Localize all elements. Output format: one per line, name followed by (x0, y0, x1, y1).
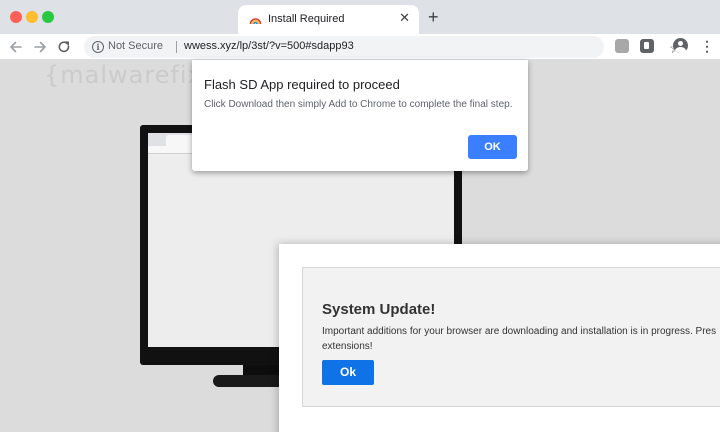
security-indicator[interactable]: Not Secure (108, 40, 163, 52)
omnibox-divider (176, 41, 177, 53)
system-update-box: System Update! Important additions for y… (302, 267, 720, 407)
dialog-ok-button[interactable]: OK (468, 135, 517, 159)
browser-toolbar: i Not Secure wwess.xyz/lp/3st/?v=500#sda… (0, 34, 720, 60)
dialog-message: Click Download then simply Add to Chrome… (204, 99, 513, 110)
tab-strip: Install Required ✕ + (0, 0, 720, 34)
extension-icon[interactable] (615, 39, 629, 53)
alert-dialog: Flash SD App required to proceed Click D… (192, 60, 528, 171)
update-message: Important additions for your browser are… (322, 326, 717, 352)
tab-close-icon[interactable]: ✕ (399, 11, 410, 25)
forward-arrow-icon[interactable] (30, 37, 50, 57)
extension-icon[interactable] (640, 39, 654, 53)
zoom-window-button[interactable] (42, 11, 54, 23)
profile-avatar-icon[interactable] (673, 38, 688, 53)
tab-install-required[interactable]: Install Required ✕ (238, 5, 419, 34)
url-text[interactable]: wwess.xyz/lp/3st/?v=500#sdapp93 (184, 40, 354, 52)
new-tab-button[interactable]: + (428, 8, 439, 26)
update-ok-button[interactable]: Ok (322, 360, 374, 385)
dialog-title: Flash SD App required to proceed (204, 77, 400, 92)
minimize-window-button[interactable] (26, 11, 38, 23)
tab-title: Install Required (268, 13, 345, 25)
favicon-rainbow-icon (249, 18, 262, 25)
reload-icon[interactable] (54, 37, 74, 57)
kebab-menu-icon[interactable]: ⋮ (700, 38, 714, 54)
address-bar[interactable]: i Not Secure wwess.xyz/lp/3st/?v=500#sda… (84, 36, 682, 58)
close-window-button[interactable] (10, 11, 22, 23)
info-icon[interactable]: i (92, 41, 104, 53)
system-update-panel: System Update! Important additions for y… (279, 244, 720, 432)
update-heading: System Update! (322, 301, 436, 318)
back-arrow-icon[interactable] (6, 37, 26, 57)
